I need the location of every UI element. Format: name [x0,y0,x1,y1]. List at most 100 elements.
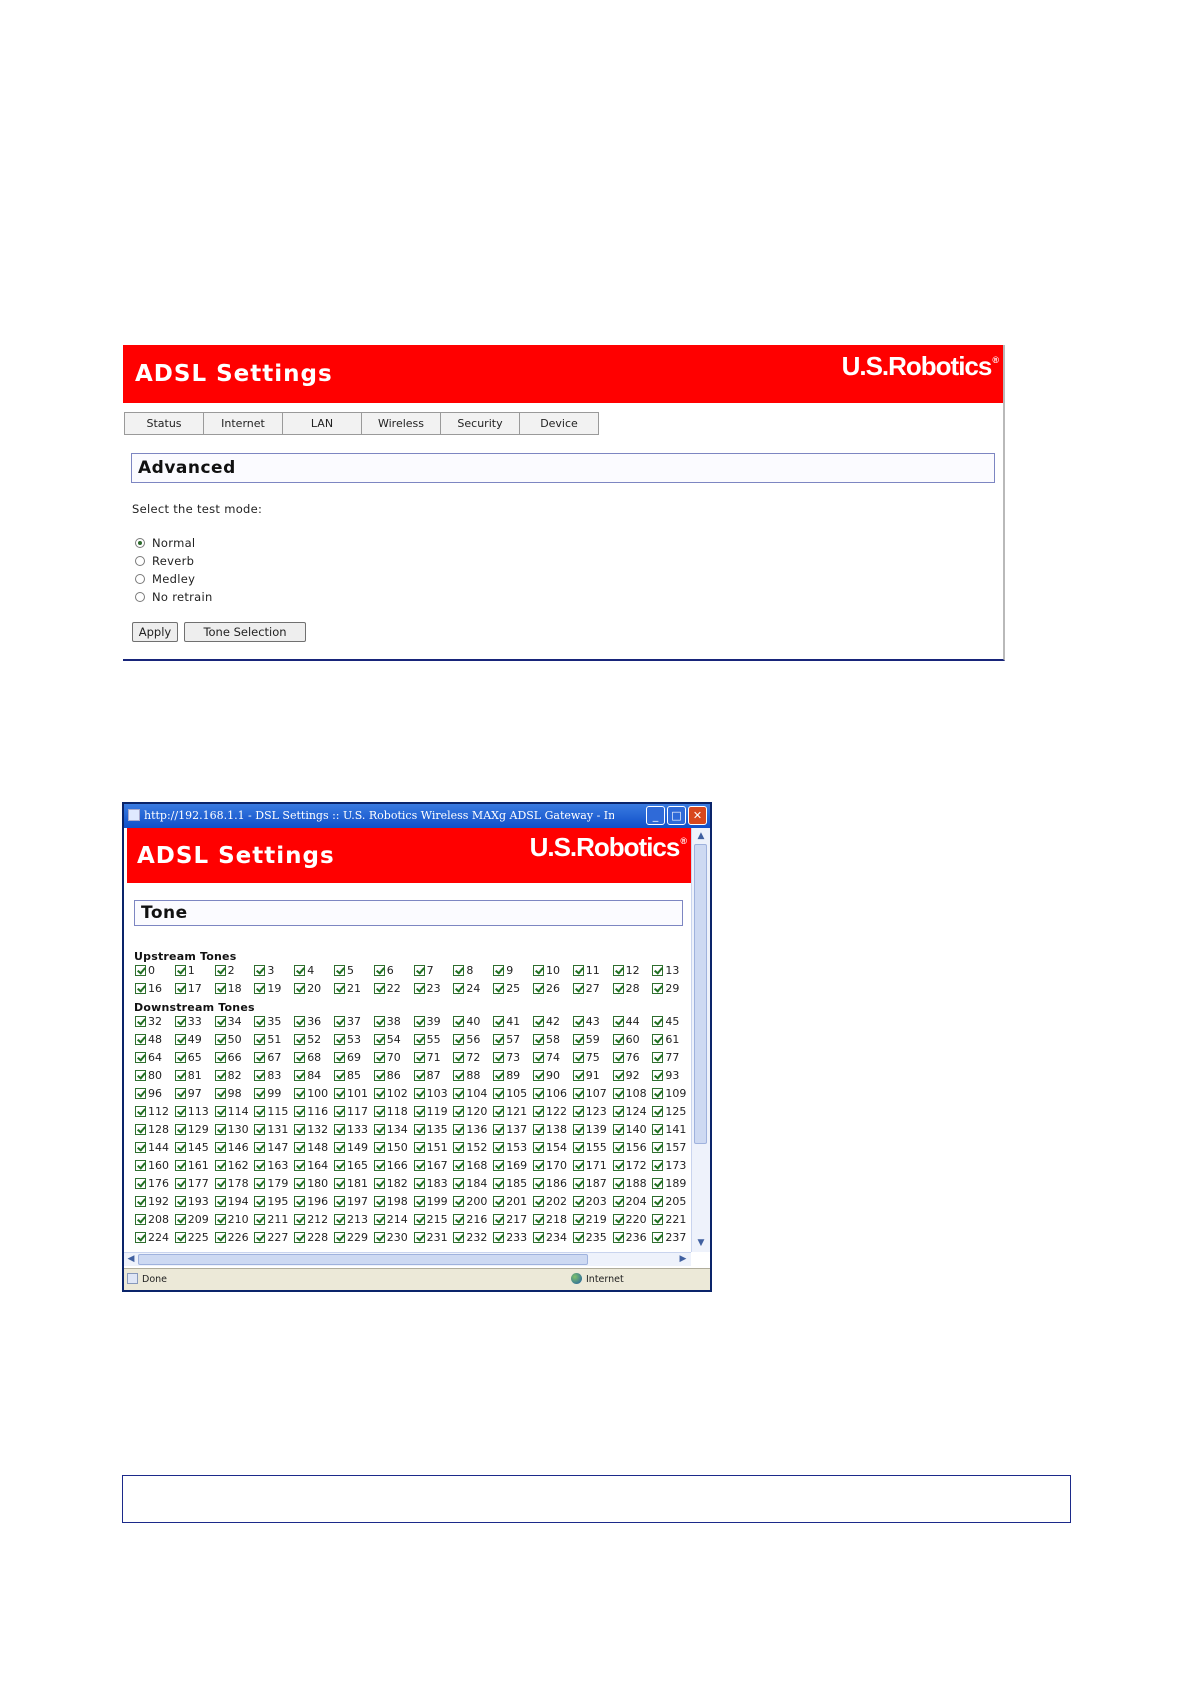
tone-checkbox-6[interactable]: 6 [373,964,394,977]
checkbox-checked[interactable] [373,1124,385,1135]
tone-checkbox-25[interactable]: 25 [493,982,520,995]
checkbox-checked[interactable] [174,1124,186,1135]
scrollbar-thumb[interactable] [138,1254,588,1265]
tone-checkbox-10[interactable]: 10 [533,964,560,977]
checkbox-checked[interactable] [174,1016,186,1027]
tone-checkbox-211[interactable]: 211 [254,1213,288,1226]
checkbox-checked[interactable] [453,1160,465,1171]
checkbox-checked[interactable] [652,1034,664,1045]
checkbox-checked[interactable] [294,1106,306,1117]
checkbox-checked[interactable] [334,983,345,994]
tone-checkbox-214[interactable]: 214 [373,1213,408,1226]
checkbox-checked[interactable] [572,1142,584,1153]
tone-checkbox-66[interactable]: 66 [214,1051,242,1064]
tone-checkbox-202[interactable]: 202 [533,1195,567,1208]
tone-checkbox-137[interactable]: 137 [493,1123,527,1136]
checkbox-checked[interactable] [294,1070,306,1081]
checkbox-checked[interactable] [174,1178,186,1189]
checkbox-checked[interactable] [453,1070,465,1081]
checkbox-checked[interactable] [413,1178,425,1189]
tone-checkbox-201[interactable]: 201 [493,1195,527,1208]
tone-checkbox-72[interactable]: 72 [453,1051,480,1064]
checkbox-checked[interactable] [294,1178,306,1189]
checkbox-checked[interactable] [652,1070,664,1081]
tone-selection-button[interactable]: Tone Selection [184,622,306,642]
checkbox-checked[interactable] [254,1160,266,1171]
tone-checkbox-173[interactable]: 173 [652,1159,686,1172]
checkbox-checked[interactable] [294,1124,306,1135]
tone-checkbox-54[interactable]: 54 [373,1033,401,1046]
tone-checkbox-19[interactable]: 19 [254,982,281,995]
tone-checkbox-50[interactable]: 50 [214,1033,242,1046]
checkbox-checked[interactable] [214,1214,226,1225]
checkbox-checked[interactable] [572,1232,584,1243]
checkbox-checked[interactable] [214,1070,226,1081]
checkbox-checked[interactable] [533,1052,544,1063]
checkbox-checked[interactable] [493,1196,505,1207]
checkbox-checked[interactable] [294,1034,306,1045]
tone-checkbox-97[interactable]: 97 [174,1087,202,1100]
checkbox-checked[interactable] [453,1088,465,1099]
tone-checkbox-124[interactable]: 124 [612,1105,647,1118]
checkbox-checked[interactable] [533,965,544,976]
checkbox-checked[interactable] [572,1034,584,1045]
checkbox-checked[interactable] [453,1016,465,1027]
checkbox-checked[interactable] [572,1124,584,1135]
tone-checkbox-106[interactable]: 106 [533,1087,567,1100]
tone-checkbox-105[interactable]: 105 [493,1087,527,1100]
tone-checkbox-187[interactable]: 187 [572,1177,607,1190]
checkbox-checked[interactable] [174,1070,186,1081]
checkbox-checked[interactable] [533,1142,544,1153]
tone-checkbox-199[interactable]: 199 [413,1195,448,1208]
tone-checkbox-29[interactable]: 29 [652,982,679,995]
checkbox-checked[interactable] [373,1196,385,1207]
tone-checkbox-52[interactable]: 52 [294,1033,321,1046]
tone-checkbox-216[interactable]: 216 [453,1213,487,1226]
checkbox-checked[interactable] [652,1016,664,1027]
tone-checkbox-5[interactable]: 5 [334,964,354,977]
radio-button-selected[interactable] [135,538,145,548]
checkbox-checked[interactable] [493,965,505,976]
tone-checkbox-27[interactable]: 27 [572,982,600,995]
scroll-down-icon[interactable]: ▼ [693,1236,709,1250]
checkbox-checked[interactable] [214,1142,226,1153]
checkbox-checked[interactable] [373,1142,385,1153]
checkbox-checked[interactable] [493,1124,505,1135]
tone-checkbox-148[interactable]: 148 [294,1141,328,1154]
tone-checkbox-45[interactable]: 45 [652,1015,679,1028]
tone-checkbox-209[interactable]: 209 [174,1213,209,1226]
tone-checkbox-115[interactable]: 115 [254,1105,288,1118]
tone-checkbox-123[interactable]: 123 [572,1105,607,1118]
tone-checkbox-4[interactable]: 4 [294,964,314,977]
tone-checkbox-76[interactable]: 76 [612,1051,640,1064]
radio-normal[interactable]: Normal [135,536,195,550]
checkbox-checked[interactable] [214,1232,226,1243]
tone-checkbox-181[interactable]: 181 [334,1177,368,1190]
checkbox-checked[interactable] [334,965,345,976]
tone-checkbox-225[interactable]: 225 [174,1231,209,1244]
tone-checkbox-8[interactable]: 8 [453,964,473,977]
checkbox-checked[interactable] [493,1088,505,1099]
checkbox-checked[interactable] [533,1178,544,1189]
tone-checkbox-234[interactable]: 234 [533,1231,567,1244]
tone-checkbox-116[interactable]: 116 [294,1105,328,1118]
tone-checkbox-136[interactable]: 136 [453,1123,487,1136]
tone-checkbox-150[interactable]: 150 [373,1141,408,1154]
tone-checkbox-71[interactable]: 71 [413,1051,441,1064]
checkbox-checked[interactable] [652,1232,664,1243]
checkbox-checked[interactable] [254,965,266,976]
tone-checkbox-165[interactable]: 165 [334,1159,368,1172]
checkbox-checked[interactable] [174,1034,186,1045]
tone-checkbox-229[interactable]: 229 [334,1231,368,1244]
tone-checkbox-183[interactable]: 183 [413,1177,448,1190]
checkbox-checked[interactable] [214,983,226,994]
tone-checkbox-125[interactable]: 125 [652,1105,686,1118]
tone-checkbox-149[interactable]: 149 [334,1141,368,1154]
tone-checkbox-139[interactable]: 139 [572,1123,607,1136]
checkbox-checked[interactable] [373,983,385,994]
tone-checkbox-186[interactable]: 186 [533,1177,567,1190]
tone-checkbox-120[interactable]: 120 [453,1105,487,1118]
tab-internet[interactable]: Internet [204,412,283,435]
checkbox-checked[interactable] [493,1070,505,1081]
tone-checkbox-92[interactable]: 92 [612,1069,640,1082]
